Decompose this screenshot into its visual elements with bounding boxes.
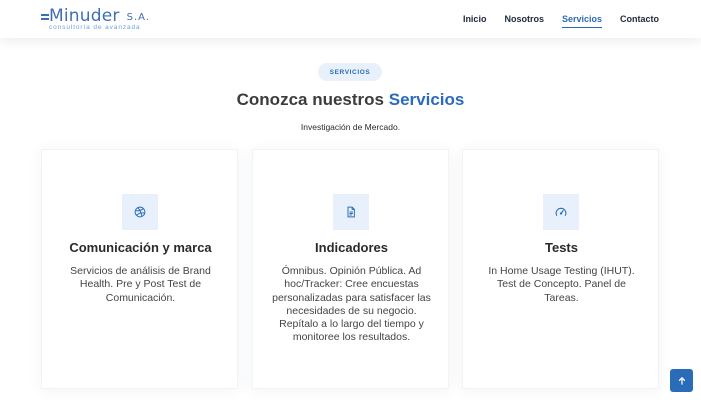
nav-item-nosotros[interactable]: Nosotros — [504, 0, 544, 38]
section-subtitle: Investigación de Mercado. — [300, 122, 401, 132]
nav-item-servicios[interactable]: Servicios — [561, 0, 603, 38]
dribbble-icon — [122, 194, 158, 230]
nav-item-contacto[interactable]: Contacto — [620, 0, 659, 38]
card-text: Ómnibus. Opinión Pública. Ad hoc/Tracker… — [272, 265, 431, 344]
brand-suffix: S.A. — [126, 12, 150, 23]
brand-name-text: Minuder — [49, 6, 120, 26]
nav-item-inicio[interactable]: Inicio — [463, 0, 487, 38]
back-to-top-button[interactable] — [670, 369, 693, 392]
card-text: In Home Usage Testing (IHUT). Test de Co… — [488, 265, 635, 304]
document-icon — [333, 194, 369, 230]
site-header: Minuder S.A. consultoría de avanzada Inic… — [0, 0, 701, 38]
section-title-highlight: Servicios — [388, 90, 465, 109]
section-title-prefix: Conozca nuestros — [236, 90, 384, 109]
card-title: Tests — [545, 240, 578, 255]
section-title: Conozca nuestros Servicios — [0, 90, 701, 110]
logo-mark-icon — [41, 14, 49, 22]
card-text: Servicios de análisis de Brand Health. P… — [70, 265, 211, 304]
card-title: Comunicación y marca — [69, 240, 212, 255]
brand-logo[interactable]: Minuder S.A. consultoría de avanzada — [41, 7, 161, 33]
speedometer-icon — [543, 194, 579, 230]
brand-tagline: consultoría de avanzada — [49, 24, 141, 31]
arrow-up-icon — [678, 376, 685, 385]
card-title: Indicadores — [315, 240, 388, 255]
service-card-indicadores: Indicadores Ómnibus. Opinión Pública. Ad… — [252, 149, 449, 389]
service-card-tests: Tests In Home Usage Testing (IHUT). Test… — [462, 149, 659, 389]
section-badge: SERVICIOS — [318, 63, 382, 81]
service-card-comunicacion: Comunicación y marca Servicios de anális… — [41, 149, 238, 389]
main-nav: Inicio Nosotros Servicios Contacto — [463, 0, 659, 38]
